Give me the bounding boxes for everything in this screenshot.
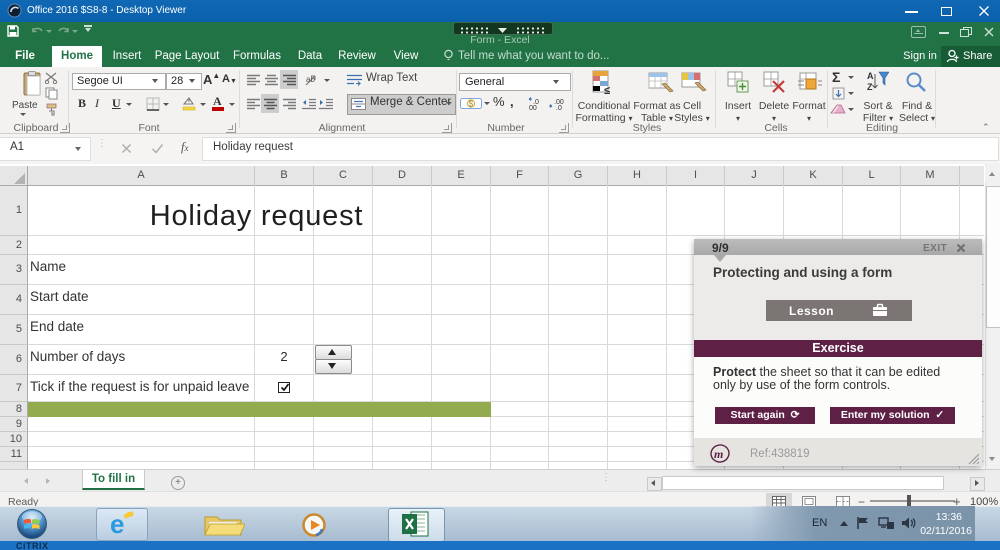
svg-text:$: $ bbox=[469, 100, 474, 109]
svg-text:ab: ab bbox=[306, 75, 315, 84]
svg-text:Z: Z bbox=[867, 82, 873, 92]
svg-text:A: A bbox=[867, 71, 874, 81]
svg-text:≤: ≤ bbox=[604, 85, 610, 96]
svg-text:.0: .0 bbox=[556, 105, 562, 111]
svg-text:m: m bbox=[714, 447, 723, 461]
svg-text:00: 00 bbox=[529, 105, 537, 111]
